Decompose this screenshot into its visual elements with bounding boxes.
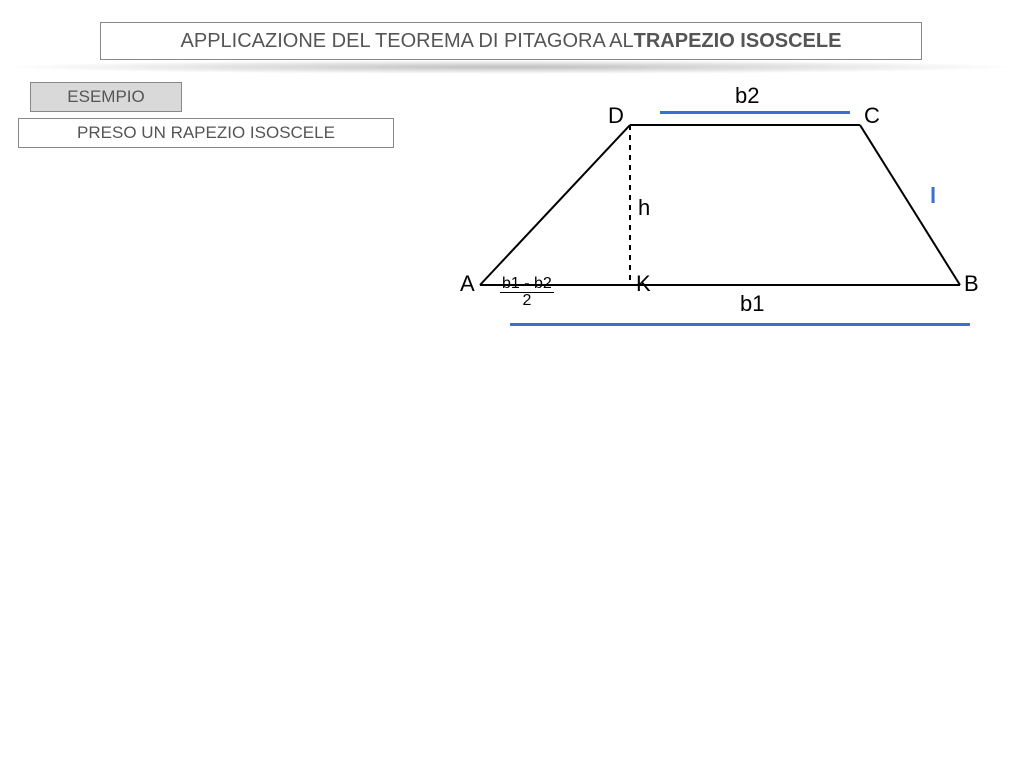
vertex-A: A <box>460 271 475 297</box>
frac-num: b1 - b2 <box>500 276 554 293</box>
example-label-box: ESEMPIO <box>30 82 182 112</box>
step-label: PRESO UN RAPEZIO ISOSCELE <box>77 123 335 143</box>
vertex-C: C <box>864 103 880 129</box>
vertex-D: D <box>608 103 624 129</box>
title-bar: APPLICAZIONE DEL TEOREMA DI PITAGORA AL … <box>100 22 922 60</box>
point-K: K <box>636 271 651 297</box>
b2-line <box>660 111 850 114</box>
b2-label: b2 <box>735 83 759 109</box>
title-shadow <box>0 60 1024 74</box>
b1-label: b1 <box>740 291 764 317</box>
b1-line <box>510 323 970 326</box>
trapezoid-diagram: D C A B K h b2 b1 l b1 - b2 2 <box>460 85 1000 345</box>
vertex-B: B <box>964 271 979 297</box>
height-label: h <box>638 195 650 221</box>
example-label: ESEMPIO <box>67 87 144 107</box>
AK-fraction: b1 - b2 2 <box>500 276 554 309</box>
step-box: PRESO UN RAPEZIO ISOSCELE <box>18 118 394 148</box>
title-part2: TRAPEZIO ISOSCELE <box>634 30 842 53</box>
lateral-label: l <box>930 183 936 209</box>
frac-den: 2 <box>500 293 554 309</box>
title-part1: APPLICAZIONE DEL TEOREMA DI PITAGORA AL <box>181 30 634 53</box>
